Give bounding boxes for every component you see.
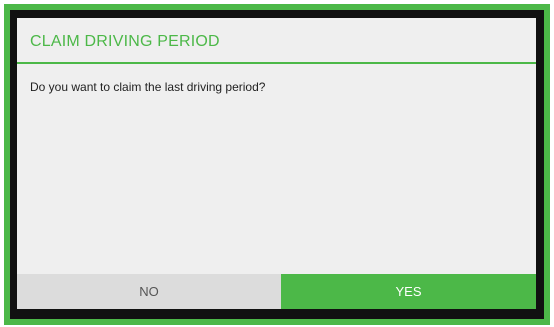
yes-button[interactable]: YES: [281, 274, 536, 309]
claim-dialog: CLAIM DRIVING PERIOD Do you want to clai…: [17, 18, 536, 309]
dialog-title: CLAIM DRIVING PERIOD: [30, 33, 220, 50]
dialog-message: Do you want to claim the last driving pe…: [30, 80, 266, 94]
no-button[interactable]: NO: [17, 274, 281, 309]
dialog-header: CLAIM DRIVING PERIOD: [17, 18, 536, 64]
screen-frame-inner: CLAIM DRIVING PERIOD Do you want to clai…: [10, 10, 544, 319]
screen-frame-outer: CLAIM DRIVING PERIOD Do you want to clai…: [4, 4, 550, 325]
